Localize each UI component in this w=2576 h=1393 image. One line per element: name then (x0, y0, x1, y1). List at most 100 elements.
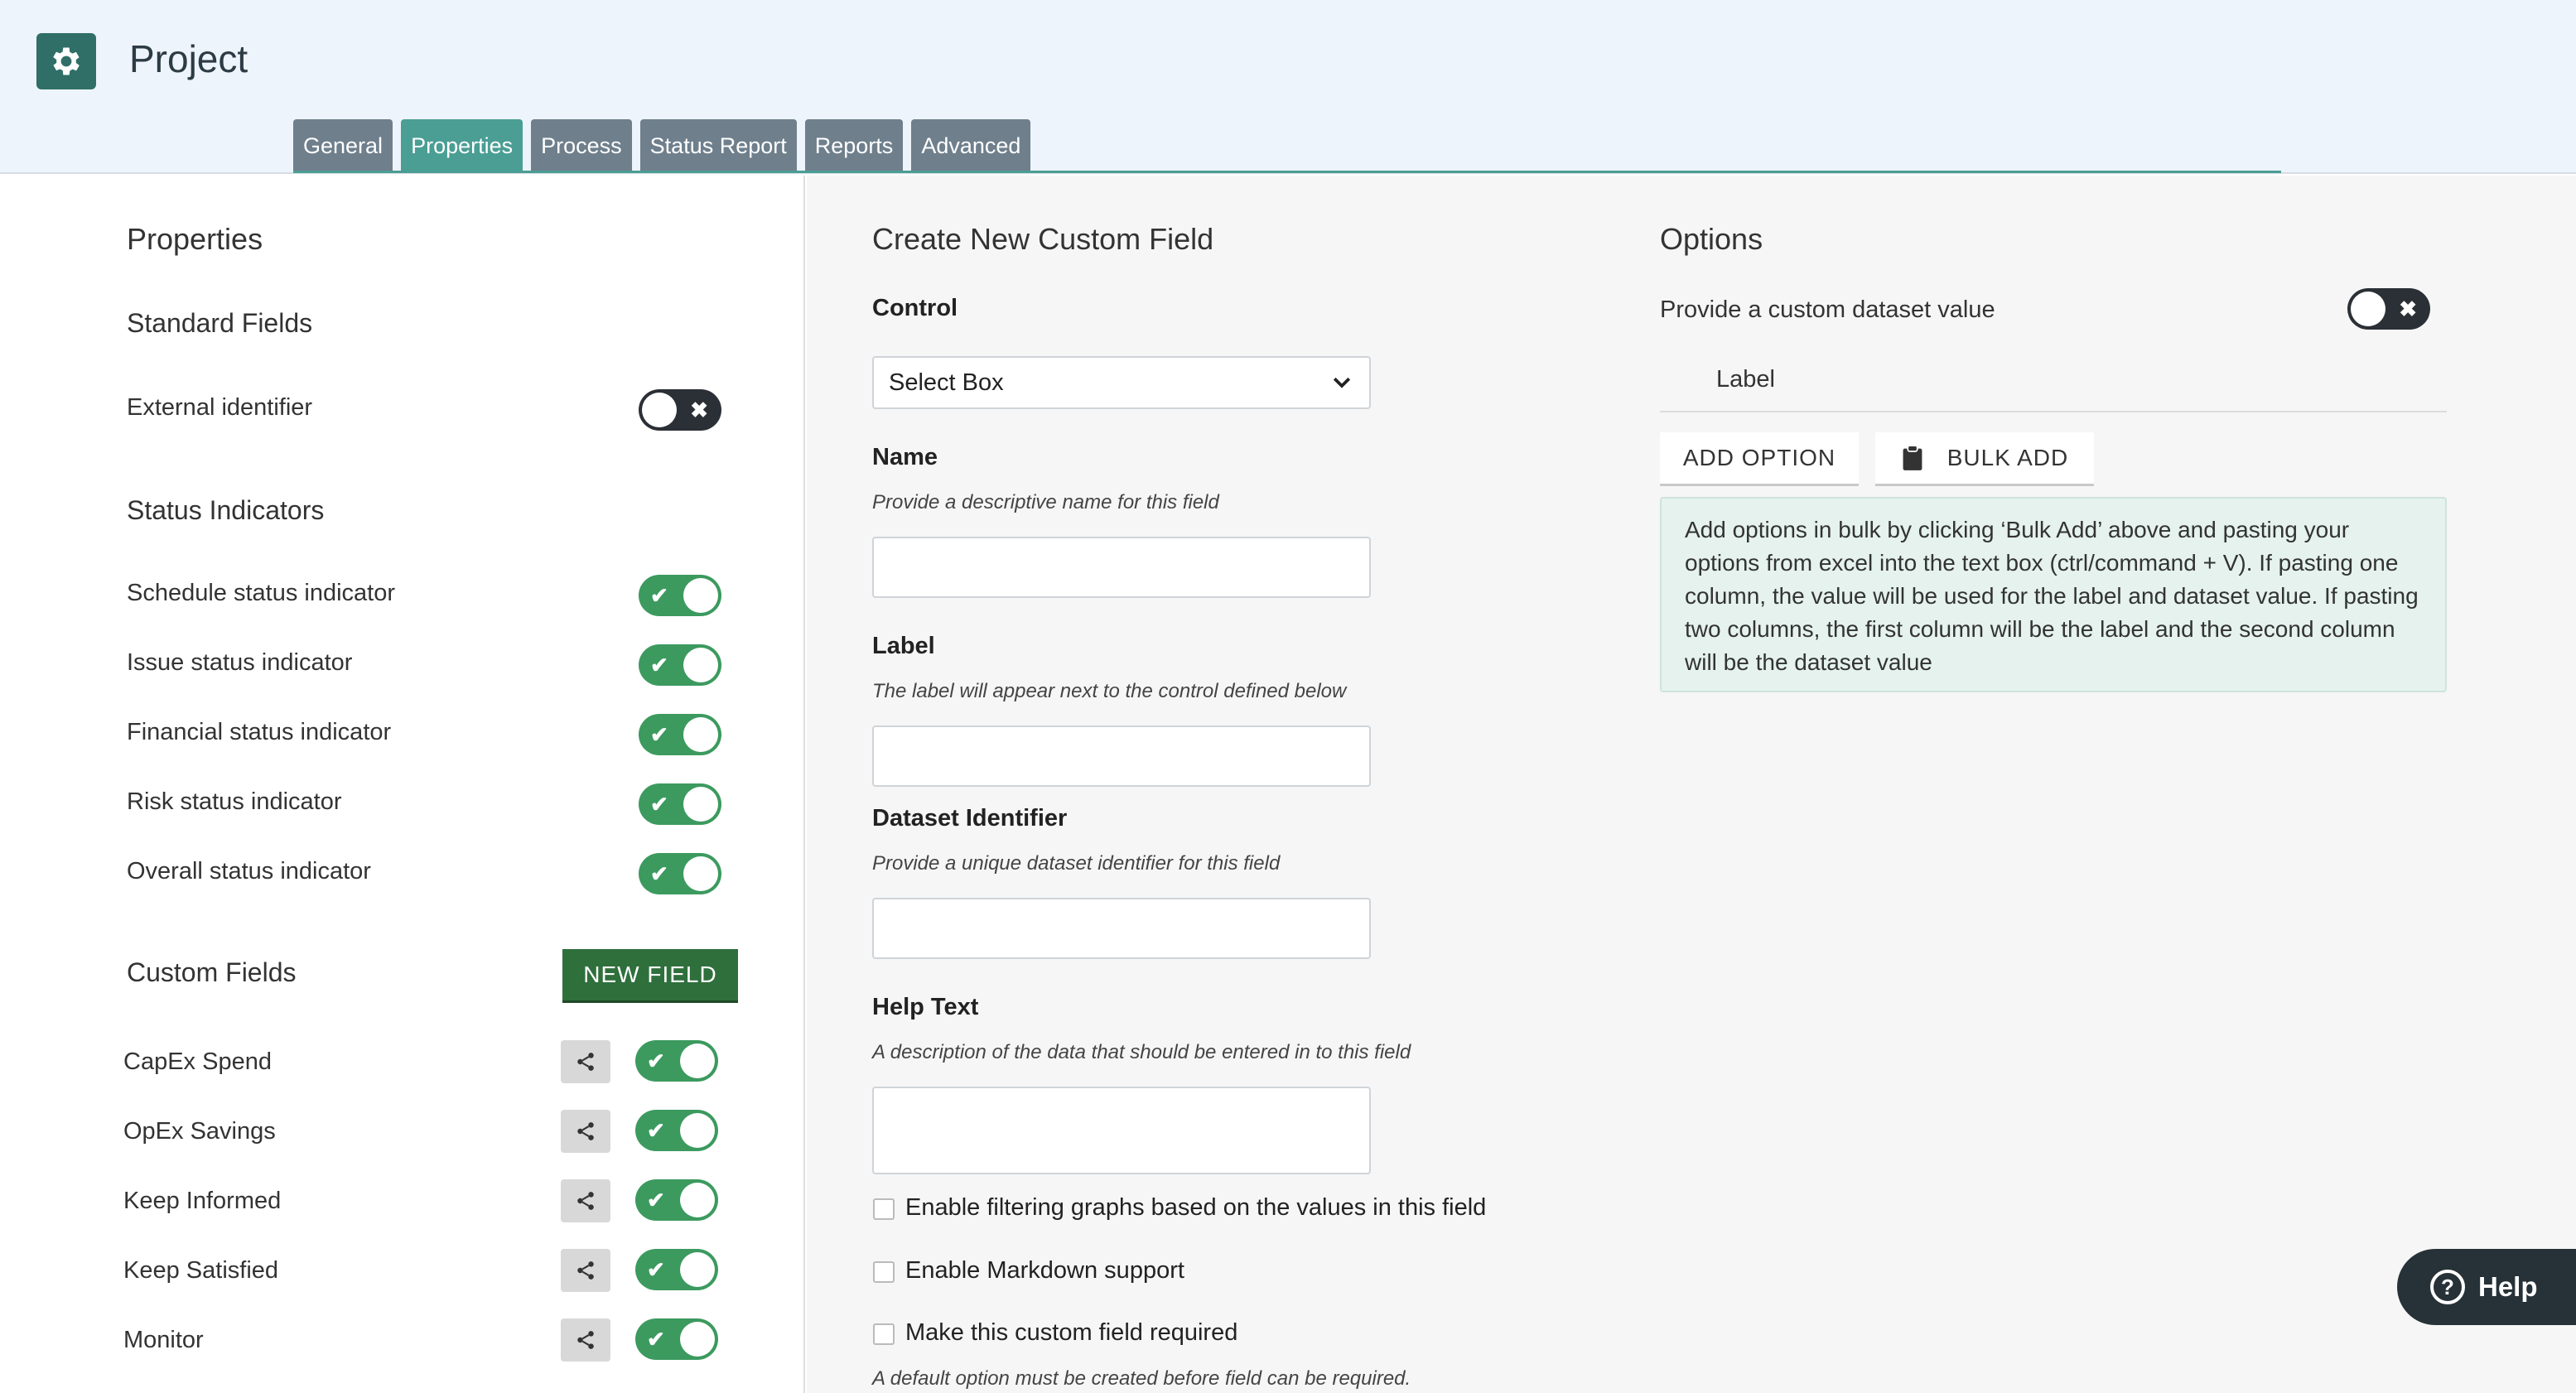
tab-process[interactable]: Process (531, 119, 632, 172)
x-icon: ✖ (2399, 296, 2417, 321)
custom-dataset-toggle[interactable]: ✖ (2347, 288, 2430, 330)
share-button[interactable] (561, 1179, 610, 1222)
required-note: A default option must be created before … (872, 1367, 1411, 1390)
tab-status-report[interactable]: Status Report (639, 119, 797, 172)
required-label: Make this custom field required (905, 1319, 1238, 1346)
keep-informed-toggle[interactable]: ✔ (635, 1179, 718, 1221)
share-button[interactable] (561, 1249, 610, 1292)
custom-field-label: Monitor (123, 1327, 204, 1353)
share-button[interactable] (561, 1040, 610, 1083)
share-icon (577, 1053, 594, 1071)
name-help: Provide a descriptive name for this fiel… (872, 491, 1219, 513)
check-icon: ✔ (650, 860, 668, 886)
x-icon: ✖ (690, 397, 708, 422)
toggle-knob (680, 1044, 715, 1078)
options-divider (1660, 411, 2447, 412)
schedule-status-toggle[interactable]: ✔ (639, 575, 721, 616)
custom-fields-heading: Custom Fields (127, 957, 297, 987)
custom-dataset-label: Provide a custom dataset value (1660, 296, 1995, 323)
share-button[interactable] (561, 1110, 610, 1153)
help-text-help: A description of the data that should be… (872, 1041, 1411, 1063)
financial-status-toggle[interactable]: ✔ (639, 714, 721, 755)
tab-reports[interactable]: Reports (804, 119, 904, 172)
custom-field-label: Keep Informed (123, 1188, 282, 1214)
toggle-knob (683, 648, 718, 682)
check-icon: ✔ (650, 652, 668, 677)
page-title: Project (129, 37, 248, 80)
keep-satisfied-toggle[interactable]: ✔ (635, 1249, 718, 1290)
overall-status-toggle[interactable]: ✔ (639, 853, 721, 894)
check-icon: ✔ (647, 1117, 665, 1143)
bulk-add-label: BULK ADD (1946, 445, 2069, 470)
share-icon (577, 1261, 594, 1280)
share-icon (577, 1331, 594, 1349)
toggle-knob (2351, 292, 2385, 326)
toggle-knob (683, 856, 718, 891)
control-label: Control (872, 295, 958, 321)
markdown-checkbox[interactable] (873, 1261, 895, 1283)
tab-underline (293, 171, 2281, 173)
add-option-button[interactable]: ADD OPTION (1660, 432, 1859, 484)
toggle-knob (683, 578, 718, 613)
help-text-label: Help Text (872, 994, 979, 1020)
risk-status-toggle[interactable]: ✔ (639, 783, 721, 825)
toggle-knob (680, 1113, 715, 1148)
status-indicators-heading: Status Indicators (127, 495, 325, 525)
share-button[interactable] (561, 1318, 610, 1362)
label-help: The label will appear next to the contro… (872, 680, 1347, 702)
status-indicator-label: Issue status indicator (127, 649, 353, 676)
toggle-knob (680, 1183, 715, 1217)
create-field-heading: Create New Custom Field (872, 222, 1214, 256)
label-input[interactable] (872, 725, 1371, 787)
clipboard-icon (1903, 445, 1922, 470)
label-label: Label (872, 633, 935, 659)
settings-logo[interactable] (36, 33, 96, 89)
name-input[interactable] (872, 537, 1371, 598)
external-identifier-toggle[interactable]: ✖ (639, 389, 721, 431)
dataset-identifier-help: Provide a unique dataset identifier for … (872, 852, 1281, 875)
name-label: Name (872, 444, 938, 470)
toggle-knob (680, 1322, 715, 1357)
issue-status-toggle[interactable]: ✔ (639, 644, 721, 686)
help-button[interactable]: ? Help (2397, 1249, 2576, 1325)
control-select[interactable]: Select Box (872, 356, 1371, 409)
monitor-toggle[interactable]: ✔ (635, 1318, 718, 1360)
tab-bar: General Properties Process Status Report… (293, 119, 1031, 172)
status-indicator-label: Overall status indicator (127, 858, 371, 884)
status-indicator-label: Schedule status indicator (127, 580, 396, 606)
tab-properties[interactable]: Properties (401, 119, 523, 172)
top-bar: Project General Properties Process Statu… (0, 0, 2576, 174)
bulk-add-info: Add options in bulk by clicking ‘Bulk Ad… (1660, 497, 2447, 692)
check-icon: ✔ (647, 1187, 665, 1212)
custom-field-label: OpEx Savings (123, 1118, 276, 1145)
check-icon: ✔ (650, 582, 668, 608)
new-field-button[interactable]: NEW FIELD (562, 949, 738, 1000)
required-checkbox[interactable] (873, 1323, 895, 1345)
tab-advanced[interactable]: Advanced (911, 119, 1031, 172)
opex-savings-toggle[interactable]: ✔ (635, 1110, 718, 1151)
help-text-textarea[interactable] (872, 1087, 1371, 1174)
filter-graphs-label: Enable filtering graphs based on the val… (905, 1194, 1487, 1221)
check-icon: ✔ (650, 791, 668, 817)
toggle-knob (683, 787, 718, 822)
question-icon: ? (2430, 1270, 2465, 1304)
status-indicator-label: Risk status indicator (127, 788, 342, 815)
bulk-add-button[interactable]: BULK ADD (1875, 432, 2094, 484)
standard-fields-heading: Standard Fields (127, 308, 313, 338)
custom-field-label: Keep Satisfied (123, 1257, 279, 1284)
toggle-knob (683, 717, 718, 752)
dataset-identifier-input[interactable] (872, 898, 1371, 959)
gear-icon (53, 47, 80, 75)
tab-general[interactable]: General (293, 119, 393, 172)
filter-graphs-checkbox[interactable] (873, 1198, 895, 1220)
dataset-identifier-label: Dataset Identifier (872, 805, 1068, 831)
options-heading: Options (1660, 222, 1763, 256)
custom-field-label: CapEx Spend (123, 1048, 272, 1075)
chevron-down-icon (1333, 377, 1351, 388)
capex-spend-toggle[interactable]: ✔ (635, 1040, 718, 1082)
toggle-knob (642, 393, 677, 427)
status-indicator-label: Financial status indicator (127, 719, 392, 745)
toggle-knob (680, 1252, 715, 1287)
properties-heading: Properties (127, 222, 263, 256)
help-label: Help (2478, 1271, 2538, 1302)
